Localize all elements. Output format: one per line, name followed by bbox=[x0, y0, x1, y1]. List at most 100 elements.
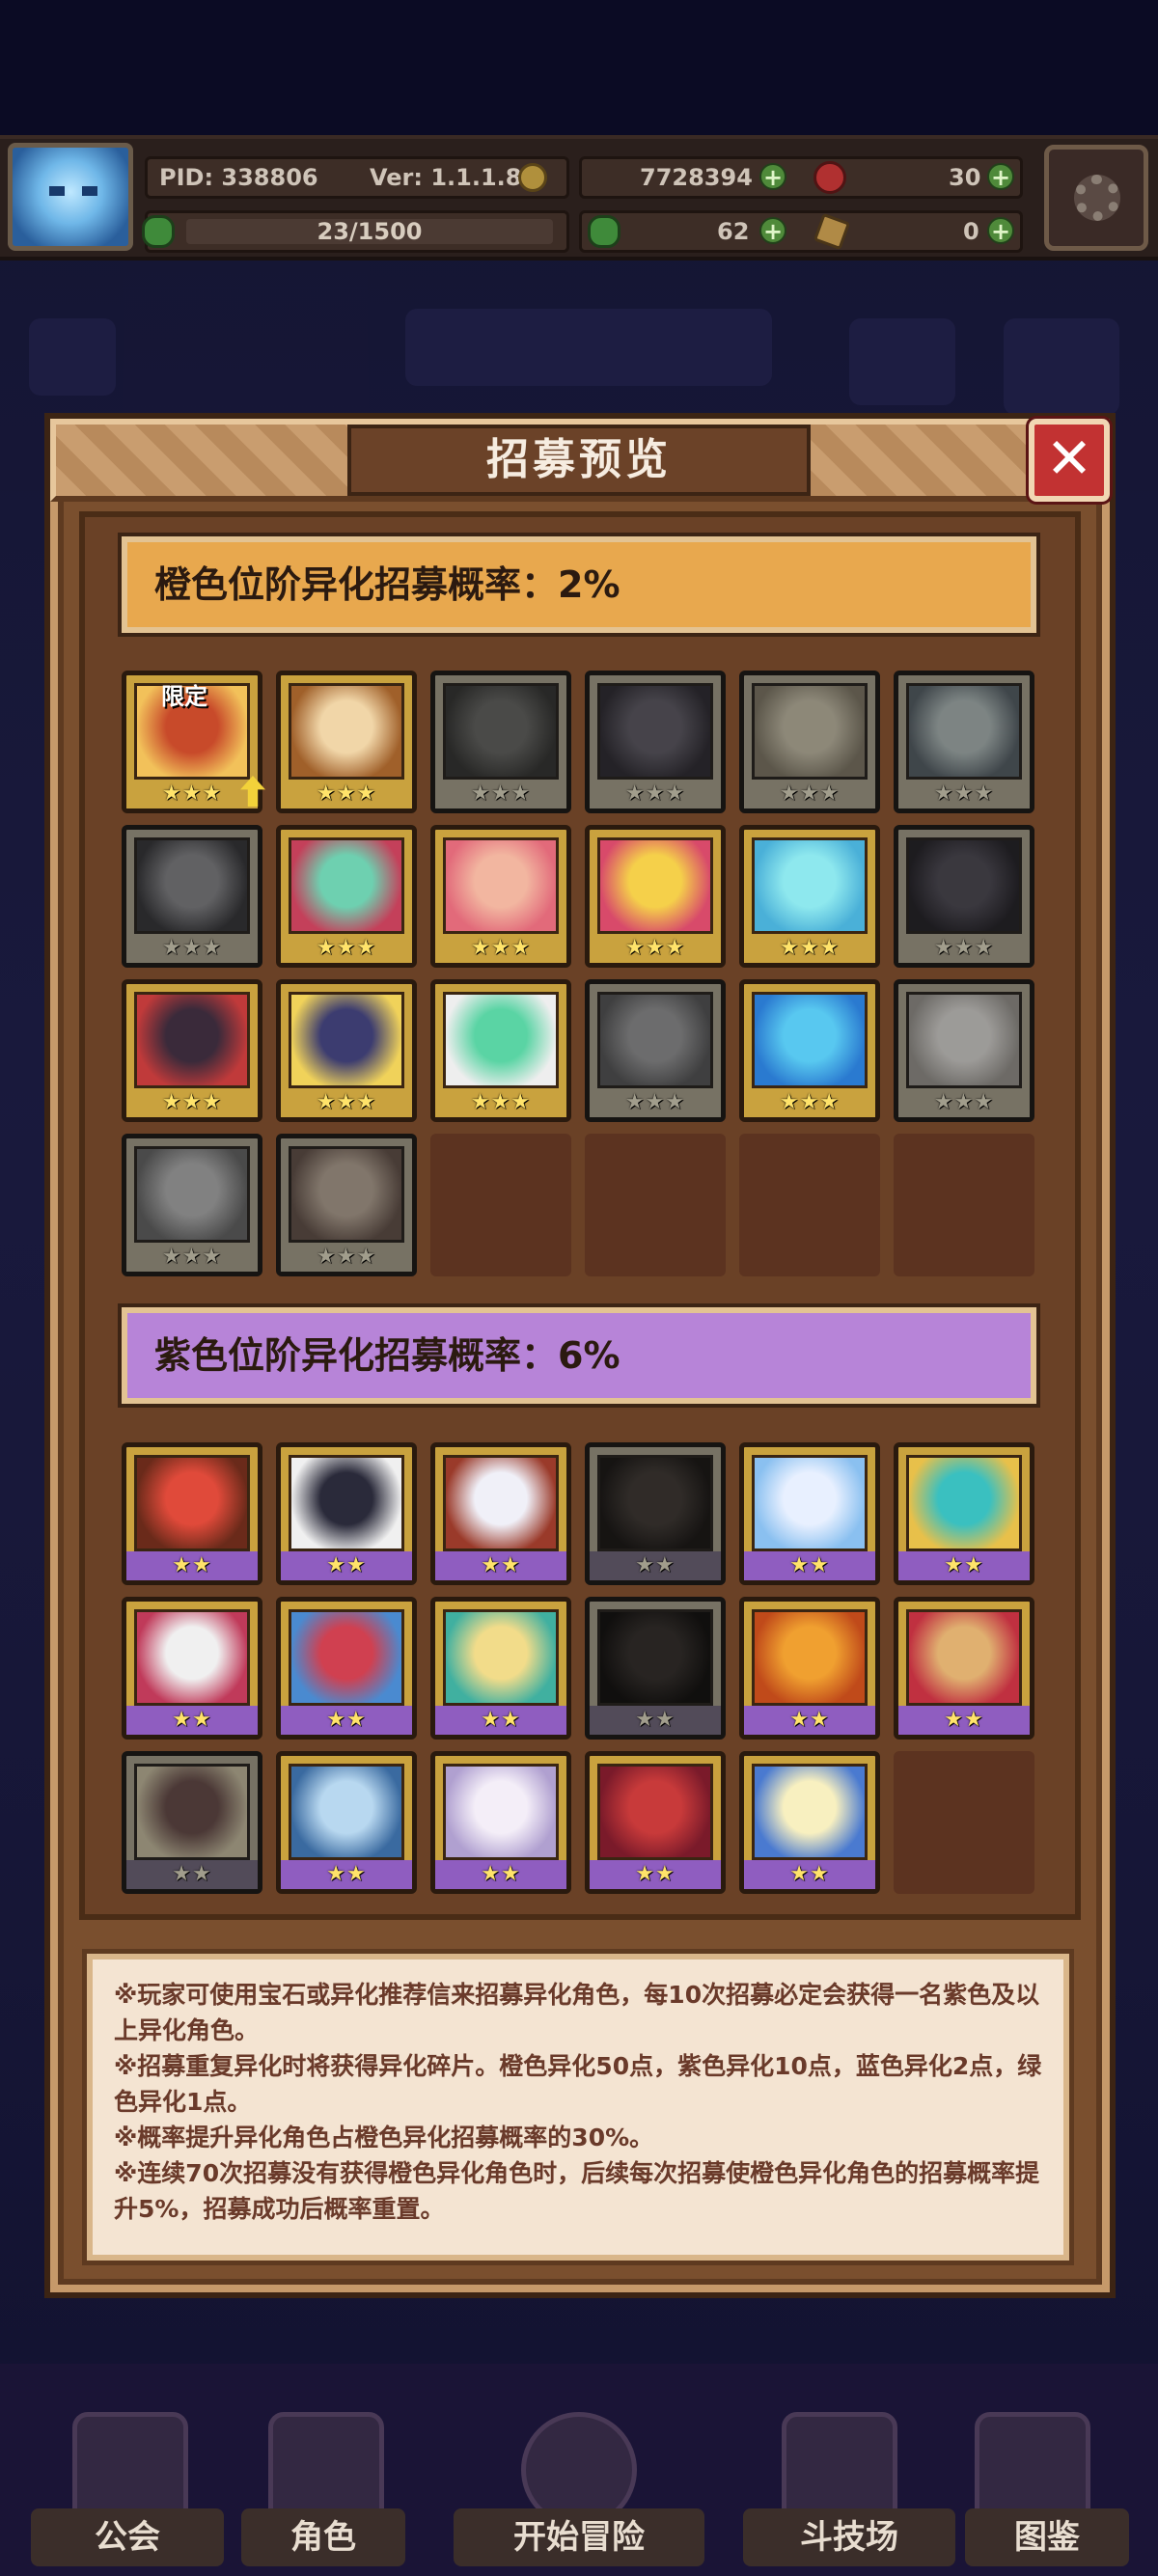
character-card[interactable]: ★★★ bbox=[585, 671, 726, 813]
character-card[interactable]: ★★ bbox=[276, 1597, 417, 1740]
star-rating: ★★★ bbox=[281, 934, 412, 963]
character-card[interactable]: ★★★ bbox=[585, 979, 726, 1122]
pid-version-row: PID: 338806 Ver: 1.1.1.8 bbox=[145, 156, 569, 199]
star-rating: ★★★ bbox=[744, 780, 875, 808]
character-card[interactable]: ★★★ bbox=[894, 979, 1034, 1122]
gear-icon bbox=[1074, 175, 1120, 221]
character-portrait bbox=[134, 1609, 250, 1706]
character-card[interactable]: ★★★ bbox=[276, 671, 417, 813]
character-card[interactable]: ★★ bbox=[585, 1442, 726, 1585]
character-card[interactable]: ★★ bbox=[122, 1751, 262, 1894]
character-portrait bbox=[289, 992, 404, 1088]
nav-collection-label[interactable]: 图鉴 bbox=[965, 2508, 1129, 2566]
empty-slot bbox=[585, 1134, 726, 1276]
character-card[interactable]: ★★★ bbox=[276, 825, 417, 968]
character-card[interactable]: ★★ bbox=[430, 1442, 571, 1585]
character-card[interactable]: ★★★ bbox=[122, 979, 262, 1122]
add-clover-icon[interactable]: + bbox=[759, 217, 786, 244]
empty-slot bbox=[894, 1134, 1034, 1276]
character-card[interactable]: ★★★ bbox=[430, 979, 571, 1122]
coin-icon bbox=[518, 163, 547, 192]
character-portrait bbox=[906, 1455, 1022, 1551]
character-portrait bbox=[289, 1455, 404, 1551]
character-card[interactable]: ★★ bbox=[430, 1751, 571, 1894]
star-rating: ★★★ bbox=[126, 1088, 258, 1117]
character-portrait bbox=[906, 837, 1022, 934]
character-card[interactable]: ★★ bbox=[276, 1751, 417, 1894]
character-card[interactable]: ★★ bbox=[894, 1442, 1034, 1585]
star-rating: ★★★ bbox=[435, 934, 566, 963]
character-card[interactable]: ★★★ bbox=[894, 671, 1034, 813]
character-card[interactable]: ★★★ bbox=[430, 825, 571, 968]
star-rating: ★★★ bbox=[126, 1243, 258, 1272]
character-card[interactable]: ★★ bbox=[894, 1597, 1034, 1740]
rule-note: ※连续70次招募没有获得橙色异化角色时，后续每次招募使橙色异化角色的招募概率提升… bbox=[114, 2159, 1040, 2223]
character-card[interactable]: ★★ bbox=[122, 1597, 262, 1740]
character-card[interactable]: ★★ bbox=[430, 1597, 571, 1740]
star-rating: ★★★ bbox=[590, 1088, 721, 1117]
clover-amount: 62 bbox=[717, 218, 750, 245]
character-portrait bbox=[597, 683, 713, 780]
add-gem-icon[interactable]: + bbox=[987, 163, 1014, 190]
character-card[interactable]: ★★★ bbox=[430, 671, 571, 813]
character-card[interactable]: ★★★ bbox=[894, 825, 1034, 968]
nav-adventure-label[interactable]: 开始冒险 bbox=[454, 2508, 704, 2566]
character-card[interactable]: ★★★ bbox=[585, 825, 726, 968]
pid-label: PID: 338806 bbox=[159, 164, 318, 191]
nav-character-label[interactable]: 角色 bbox=[241, 2508, 405, 2566]
player-avatar[interactable] bbox=[8, 143, 133, 251]
character-portrait bbox=[752, 683, 868, 780]
star-rating: ★★ bbox=[281, 1860, 412, 1889]
empty-slot bbox=[430, 1134, 571, 1276]
character-portrait bbox=[443, 837, 559, 934]
character-card[interactable]: ★★★ bbox=[276, 1134, 417, 1276]
empty-slot bbox=[894, 1751, 1034, 1894]
character-portrait bbox=[289, 837, 404, 934]
character-card[interactable]: ★★★ bbox=[739, 671, 880, 813]
character-card[interactable]: ★★★ 限定 bbox=[122, 671, 265, 813]
add-gold-icon[interactable]: + bbox=[759, 163, 786, 190]
star-rating: ★★★ bbox=[435, 780, 566, 808]
star-rating: ★★★ bbox=[590, 934, 721, 963]
settings-button[interactable] bbox=[1044, 145, 1148, 251]
nav-guild-label[interactable]: 公会 bbox=[31, 2508, 224, 2566]
character-card[interactable]: ★★★ bbox=[739, 979, 880, 1122]
star-rating: ★★ bbox=[744, 1706, 875, 1735]
character-portrait bbox=[752, 992, 868, 1088]
star-rating: ★★ bbox=[126, 1860, 258, 1889]
rule-note: ※招募重复异化时将获得异化碎片。橙色异化50点，紫色异化10点，蓝色异化2点，绿… bbox=[114, 2052, 1042, 2116]
modal-title: 招募预览 bbox=[347, 425, 811, 496]
close-button[interactable]: ✕ bbox=[1029, 419, 1110, 502]
character-card[interactable]: ★★★ bbox=[122, 1134, 262, 1276]
add-key-icon[interactable]: + bbox=[987, 217, 1014, 244]
key-amount: 0 bbox=[963, 218, 979, 245]
stamina-icon bbox=[142, 215, 175, 248]
nav-arena-label[interactable]: 斗技场 bbox=[743, 2508, 955, 2566]
character-portrait bbox=[906, 1609, 1022, 1706]
character-card[interactable]: ★★ bbox=[739, 1442, 880, 1585]
clover-icon bbox=[588, 215, 620, 248]
star-rating: ★★ bbox=[590, 1551, 721, 1580]
character-card[interactable]: ★★ bbox=[739, 1597, 880, 1740]
balloon-icon bbox=[1004, 318, 1119, 415]
character-card[interactable]: ★★ bbox=[276, 1442, 417, 1585]
star-rating: ★★ bbox=[898, 1551, 1030, 1580]
exp-row: 23/1500 bbox=[142, 210, 569, 253]
character-card[interactable]: ★★ bbox=[122, 1442, 262, 1585]
star-rating: ★★★ bbox=[435, 1088, 566, 1117]
character-portrait bbox=[443, 683, 559, 780]
character-card[interactable]: ★★ bbox=[585, 1751, 726, 1894]
character-portrait bbox=[597, 1764, 713, 1860]
limited-tag: 限定 bbox=[161, 683, 207, 710]
star-rating: ★★ bbox=[898, 1706, 1030, 1735]
character-card[interactable]: ★★★ bbox=[739, 825, 880, 968]
character-portrait bbox=[597, 1455, 713, 1551]
character-card[interactable]: ★★ bbox=[585, 1597, 726, 1740]
character-card[interactable]: ★★★ bbox=[276, 979, 417, 1122]
character-portrait bbox=[289, 1609, 404, 1706]
character-portrait bbox=[443, 992, 559, 1088]
character-card[interactable]: ★★ bbox=[739, 1751, 880, 1894]
character-card[interactable]: ★★★ bbox=[122, 825, 262, 968]
character-portrait bbox=[443, 1609, 559, 1706]
character-portrait bbox=[134, 837, 250, 934]
